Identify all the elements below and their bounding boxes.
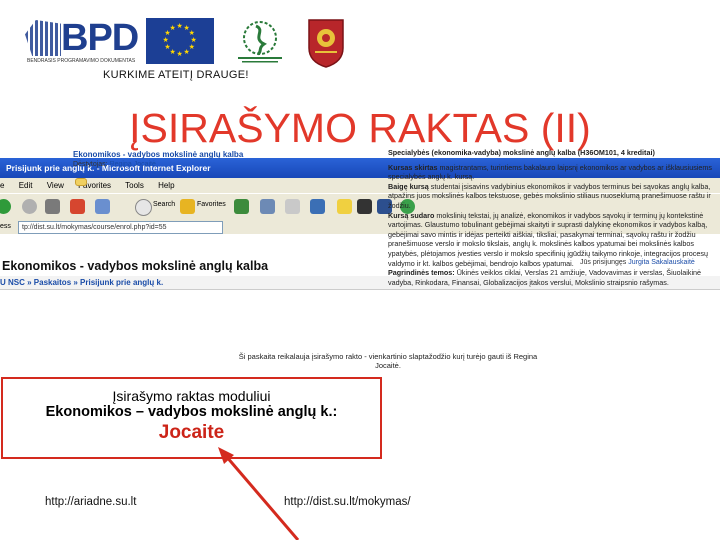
desc-label-4: Pagrindinės temos:: [388, 268, 455, 278]
desc-label-1: Kursas skirtas: [388, 162, 438, 172]
desc-text-3: mokslinių tekstai, jų analizė, ekonomiko…: [388, 210, 708, 268]
course-card: Ekonomikos - vadybos mokslinė anglų kalb…: [73, 150, 373, 168]
address-input[interactable]: tp://dist.su.lt/mokymas/course/enrol.php…: [18, 221, 223, 234]
enrol-key-icon: [75, 178, 87, 186]
desc-text-2: studentai įsisavins vadybinius ekonomiko…: [388, 181, 711, 210]
address-label: ess: [0, 223, 11, 230]
eu-star-icon: ★: [183, 49, 190, 57]
lecturer-link[interactable]: Regina Jocaitė: [110, 161, 156, 168]
print-icon[interactable]: [285, 199, 300, 214]
bpd-logo-text: BPD: [61, 17, 139, 59]
search-icon[interactable]: [135, 199, 152, 216]
desc-label-3: Kursą sudaro: [388, 210, 435, 220]
menu-item-edit[interactable]: Edit: [19, 181, 33, 190]
enrol-key-notice: Ši paskaita reikalauja įsirašymo rakto -…: [238, 352, 538, 370]
edit-icon[interactable]: [310, 199, 325, 214]
url-ariadne-link[interactable]: http://ariadne.su.lt: [45, 496, 136, 508]
menu-item-view[interactable]: View: [47, 181, 64, 190]
enrol-key-callout: Įsirašymo raktas moduliui Ekonomikos – v…: [1, 377, 382, 459]
refresh-icon[interactable]: [70, 199, 85, 214]
favorites-label: Favorites: [197, 201, 226, 208]
favorites-icon[interactable]: [180, 199, 195, 214]
callout-line-2: Ekonomikos – vadybos mokslinė anglų k.:: [45, 404, 338, 420]
enrol-key-value: Jocaite: [158, 422, 225, 443]
mail-icon[interactable]: [260, 199, 275, 214]
folder-icon[interactable]: [337, 199, 352, 214]
eu-star-icon: ★: [162, 37, 169, 44]
search-label: Search: [153, 201, 176, 208]
course-title-link[interactable]: Ekonomikos - vadybos mokslinė anglų kalb…: [73, 150, 373, 159]
slide-title: ĮSIRAŠYMO RAKTAS (II): [129, 105, 591, 151]
esf-logo-icon: [232, 18, 288, 64]
eu-star-icon: ★: [164, 44, 171, 51]
menu-item-file[interactable]: e: [0, 181, 4, 190]
lecturer-line: Dėstytojas: Regina Jocaitė: [73, 161, 373, 168]
lecturer-label: Dėstytojas:: [73, 161, 108, 168]
eu-star-icon: ★: [176, 23, 183, 30]
messenger-icon[interactable]: [357, 199, 372, 214]
menu-item-tools[interactable]: Tools: [125, 181, 144, 190]
eu-flag-icon: ★ ★ ★ ★ ★ ★ ★ ★ ★ ★ ★ ★: [146, 18, 214, 64]
desc-label-2: Baigę kursą: [388, 181, 429, 191]
description-heading: Specialybės (ekonomika-vadyba) mokslinė …: [388, 148, 655, 157]
course-heading: Ekonomikos - vadybos mokslinė anglų kalb…: [2, 259, 269, 273]
eu-star-icon: ★: [169, 24, 176, 32]
bpd-logo-subtitle: BENDRASIS PROGRAMAVIMO DOKUMENTAS: [27, 58, 136, 64]
stop-icon[interactable]: [45, 199, 60, 214]
url-dist-link[interactable]: http://dist.su.lt/mokymas/: [284, 496, 411, 508]
eu-star-icon: ★: [188, 30, 195, 37]
course-description: Specialybės (ekonomika-vadyba) mokslinė …: [388, 148, 718, 287]
callout-line-1: Įsirašymo raktas moduliui: [112, 388, 271, 404]
back-icon[interactable]: [0, 199, 11, 214]
forward-icon[interactable]: [22, 199, 37, 214]
home-icon[interactable]: [95, 199, 110, 214]
bpd-grid-icon: [25, 20, 61, 56]
university-crest-icon: [307, 18, 345, 68]
eu-star-icon: ★: [176, 51, 183, 58]
menu-item-help[interactable]: Help: [158, 181, 174, 190]
history-icon[interactable]: [234, 199, 249, 214]
motto: KURKIME ATEITĮ DRAUGE!: [103, 69, 249, 81]
bpd-logo: BPD BENDRASIS PROGRAMAVIMO DOKUMENTAS: [25, 18, 139, 64]
